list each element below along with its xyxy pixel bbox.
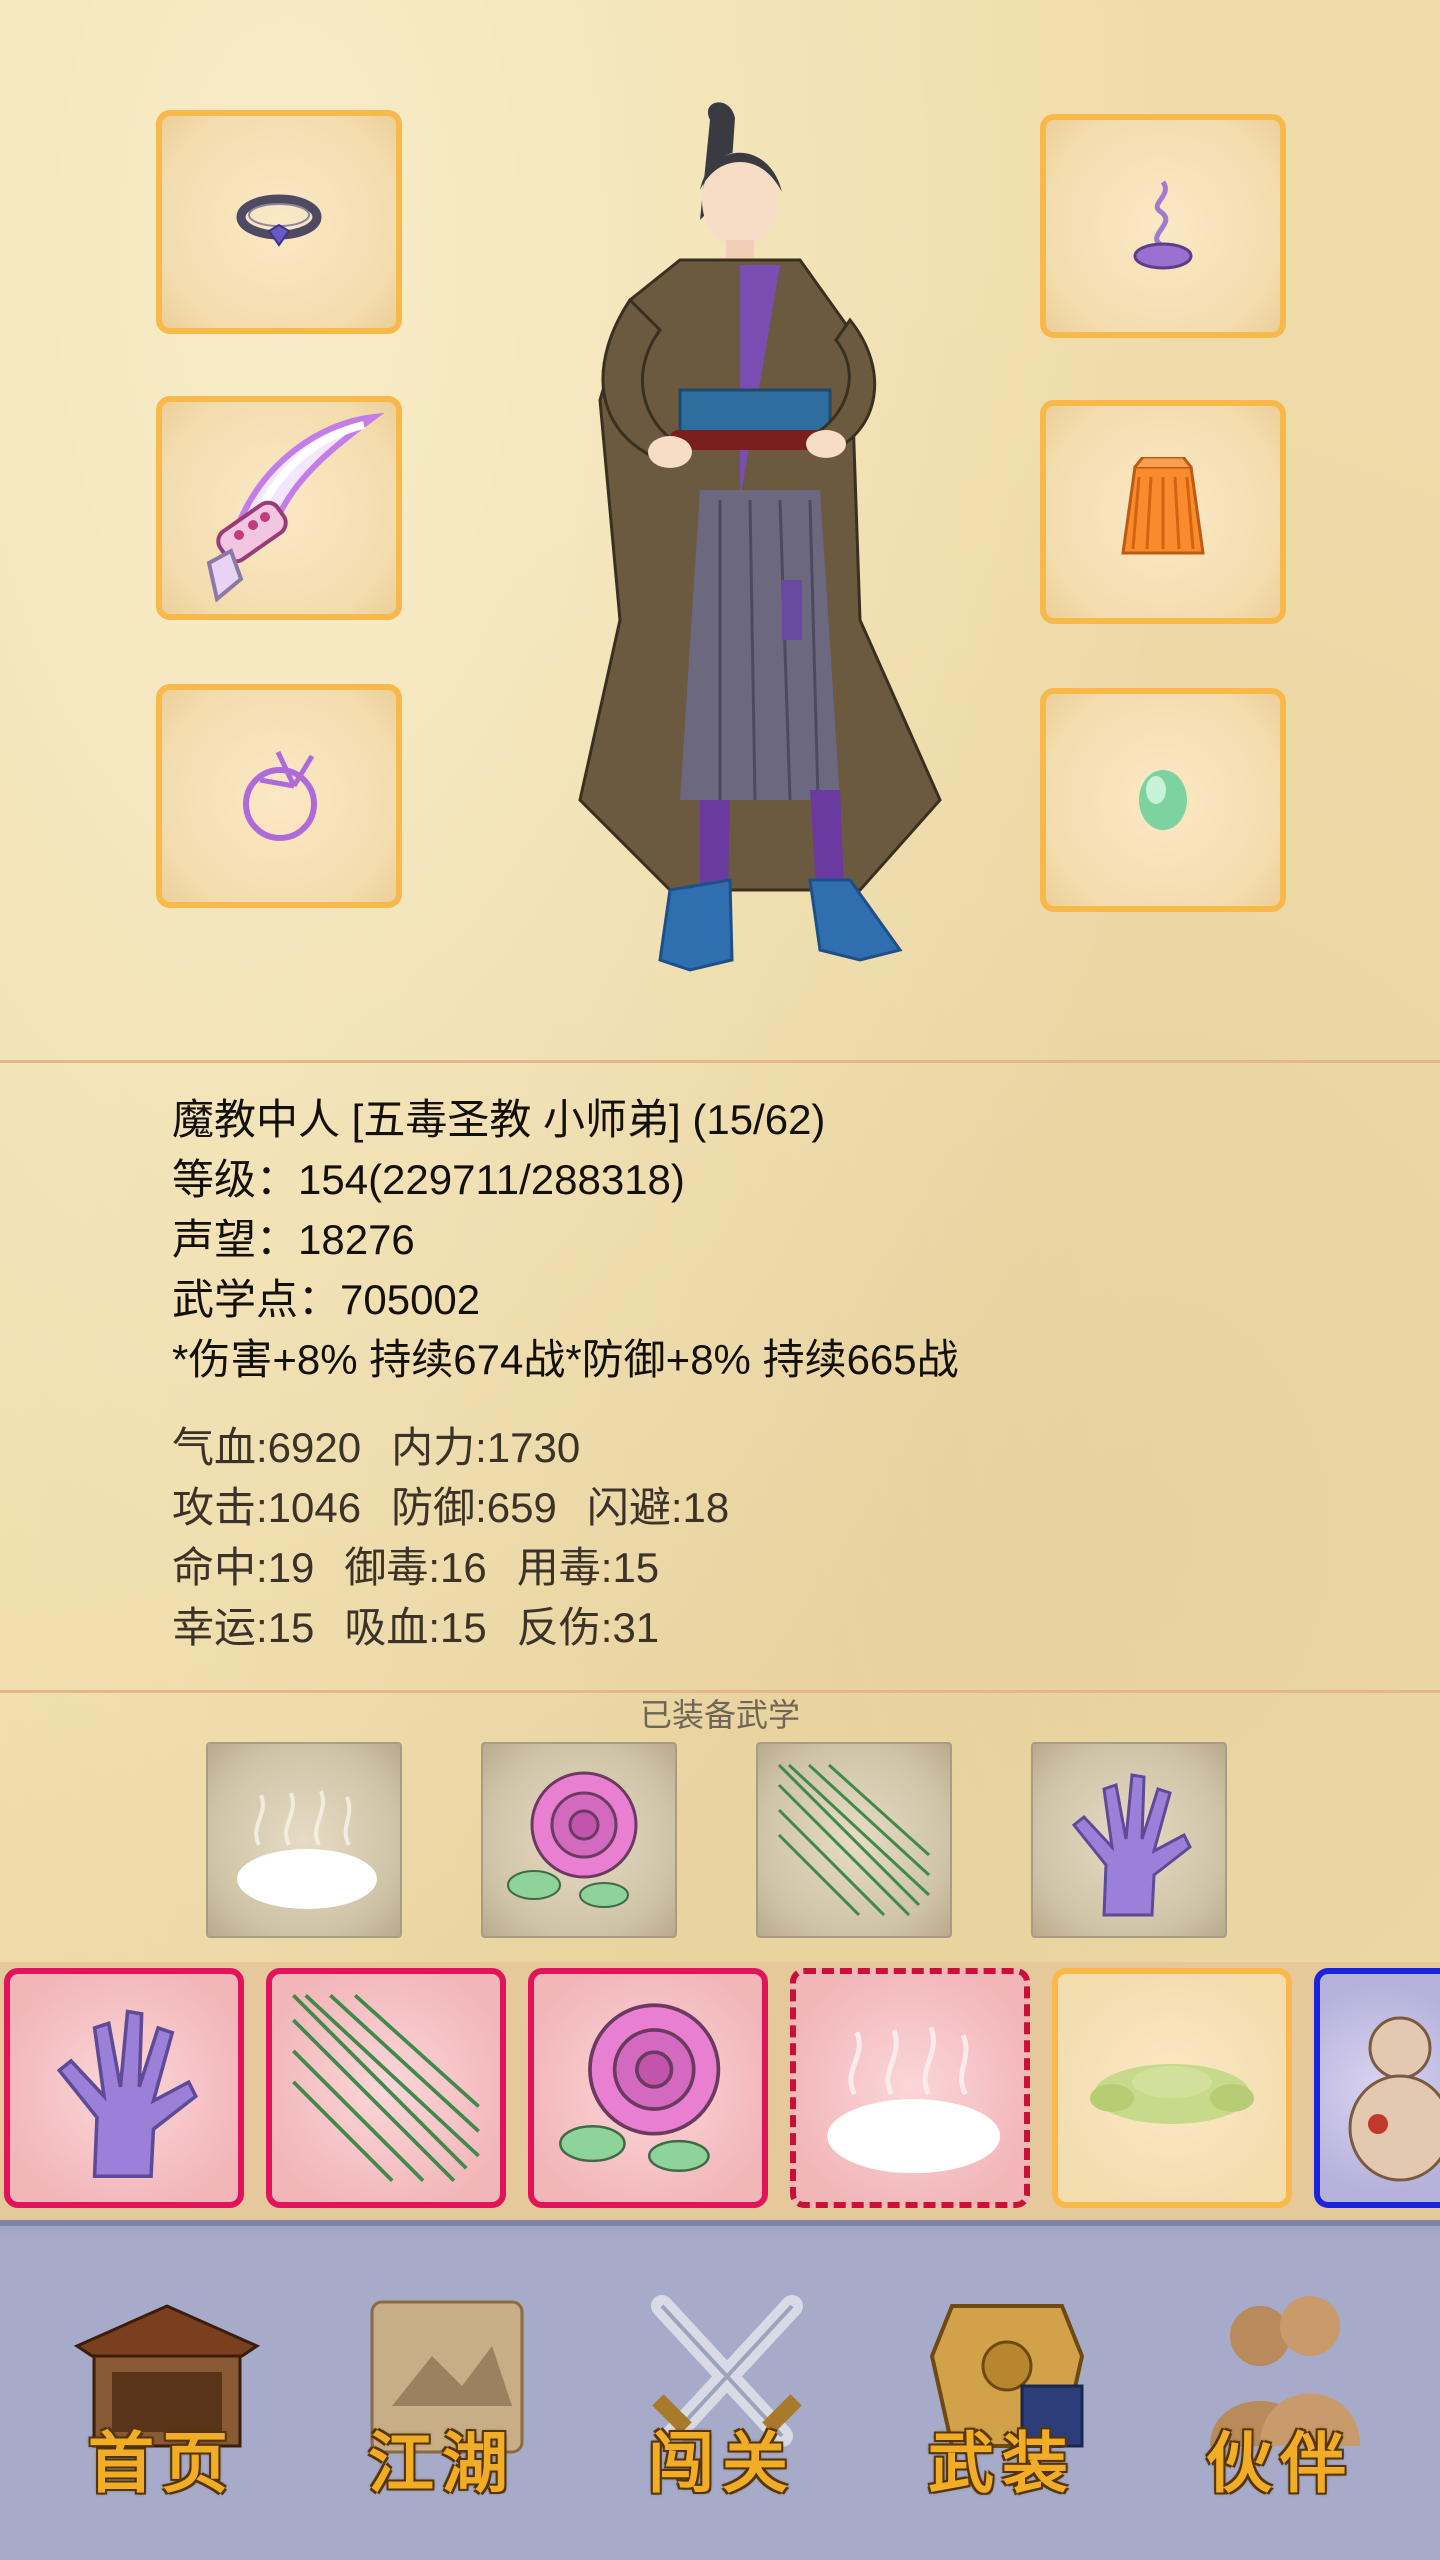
tray-card-3[interactable] (528, 1968, 768, 2208)
gourd-skill-icon (1348, 2016, 1440, 2182)
stat-reflect: 反伤:31 (516, 1604, 660, 1651)
stat-dodge: 闪避:18 (586, 1484, 730, 1531)
equip-slot-weapon[interactable] (156, 396, 402, 620)
nav-wuzhuang[interactable]: 武装 (892, 2286, 1112, 2516)
character-martial-points: 武学点：705002 (172, 1276, 481, 1323)
stats-row-1: 气血:6920 内力:1730 (172, 1418, 1352, 1478)
character-level: 等级：154(229711/288318) (172, 1156, 685, 1203)
nav-home-label: 首页 (88, 2424, 236, 2502)
curved-dagger-icon (206, 412, 385, 603)
equipped-skill-1[interactable] (206, 1742, 402, 1938)
character-portrait (578, 102, 942, 972)
equip-slot-jade[interactable] (1040, 688, 1286, 912)
needles-skill-icon (777, 1763, 931, 1917)
nav-jianghu-label: 江湖 (368, 2424, 516, 2502)
character-info: 魔教中人 [五毒圣教 小师弟] (15/62) 等级：154(229711/28… (172, 1090, 1352, 1390)
tray-card-4[interactable] (790, 1968, 1030, 2208)
nav-home[interactable]: 首页 (52, 2286, 272, 2516)
stats-row-3: 命中:19 御毒:16 用毒:15 (172, 1538, 1352, 1598)
incense-icon (1133, 180, 1193, 270)
divider-top (0, 1060, 1440, 1063)
jade-bead-icon (1139, 770, 1187, 830)
equipped-skill-3[interactable] (756, 1742, 952, 1938)
equipped-skills-title: 已装备武学 (639, 1697, 800, 1733)
stat-lifesteal: 吸血:15 (344, 1604, 487, 1651)
nav-wuzhuang-label: 武装 (928, 2424, 1076, 2502)
nav-chuangguan-label: 闯关 (648, 2424, 796, 2502)
rose-skill-icon (507, 1771, 638, 1908)
tray-card-5[interactable] (1052, 1968, 1292, 2208)
nav-huoban-label: 伙伴 (1206, 2424, 1354, 2502)
nav-chuangguan[interactable]: 闯关 (612, 2286, 832, 2516)
rose-skill-icon (559, 2003, 721, 2172)
ring-icon (236, 194, 322, 247)
stat-poison-resist: 御毒:16 (344, 1544, 487, 1591)
mist-skill-icon (827, 2026, 1001, 2174)
stat-mp: 内力:1730 (391, 1424, 581, 1471)
character-title: 魔教中人 [五毒圣教 小师弟] (15/62) (172, 1096, 826, 1143)
stat-poison-use: 用毒:15 (516, 1544, 660, 1591)
equip-slot-ring[interactable] (156, 110, 402, 334)
nav-jianghu[interactable]: 江湖 (332, 2286, 552, 2516)
stat-hit: 命中:19 (172, 1544, 315, 1591)
tray-card-6[interactable] (1314, 1968, 1440, 2208)
bracelet-icon (243, 750, 317, 841)
equipped-skill-2[interactable] (481, 1742, 677, 1938)
palm-skill-icon (1071, 1773, 1192, 1917)
mist-skill-icon (237, 1790, 377, 1909)
needles-skill-icon (292, 1993, 480, 2182)
tray-card-1[interactable] (4, 1968, 244, 2208)
green-toad-skill-icon (1090, 2064, 1254, 2124)
character-stats: 气血:6920 内力:1730 攻击:1046 防御:659 闪避:18 命中:19 御… (172, 1418, 1352, 1658)
nav-huoban[interactable]: 伙伴 (1170, 2286, 1390, 2516)
stats-row-2: 攻击:1046 防御:659 闪避:18 (172, 1478, 1352, 1538)
tray-card-2[interactable] (266, 1968, 506, 2208)
stat-defense: 防御:659 (391, 1484, 557, 1531)
orange-robe-icon (1121, 457, 1205, 555)
equip-slot-robe[interactable] (1040, 400, 1286, 624)
stat-hp: 气血:6920 (172, 1424, 362, 1471)
palm-skill-icon (56, 2009, 198, 2178)
equipped-skill-4[interactable] (1031, 1742, 1227, 1938)
equip-slot-bracelet[interactable] (156, 684, 402, 908)
stat-attack: 攻击:1046 (172, 1484, 362, 1531)
character-reputation: 声望：18276 (172, 1216, 415, 1263)
equip-slot-incense[interactable] (1040, 114, 1286, 338)
stats-row-4: 幸运:15 吸血:15 反伤:31 (172, 1598, 1352, 1658)
character-buffs: *伤害+8% 持续674战*防御+8% 持续665战 (172, 1336, 959, 1383)
stat-luck: 幸运:15 (172, 1604, 315, 1651)
bottom-nav: 首页 江湖 闯关 武装 伙伴 (0, 2220, 1440, 2560)
